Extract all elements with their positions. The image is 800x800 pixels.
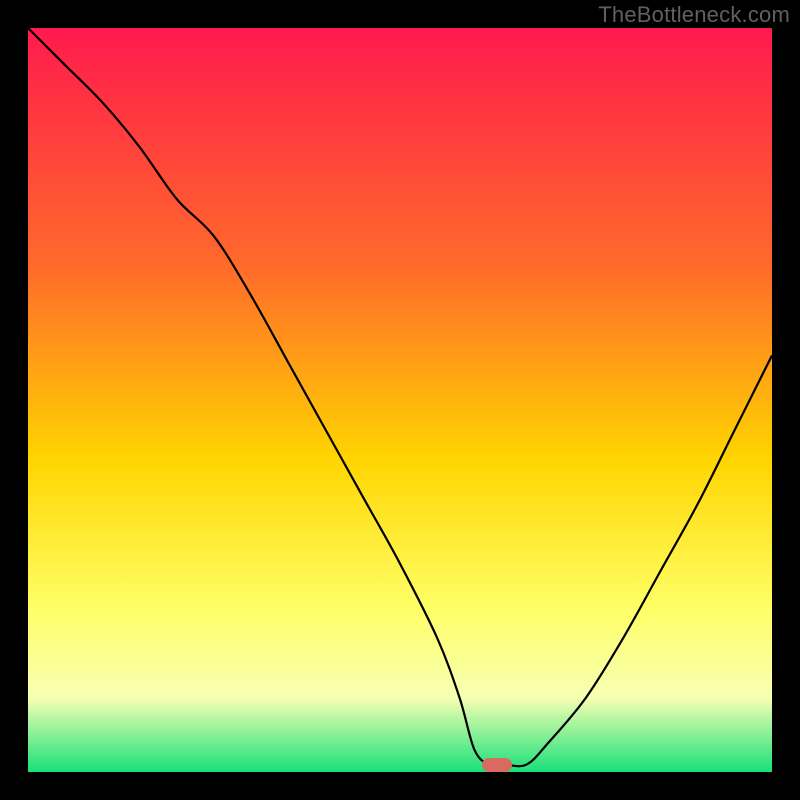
gradient-background — [28, 28, 772, 772]
optimal-marker — [482, 758, 512, 772]
chart-svg — [28, 28, 772, 772]
watermark-text: TheBottleneck.com — [598, 2, 790, 28]
chart-frame: TheBottleneck.com — [0, 0, 800, 800]
plot-area — [28, 28, 772, 772]
